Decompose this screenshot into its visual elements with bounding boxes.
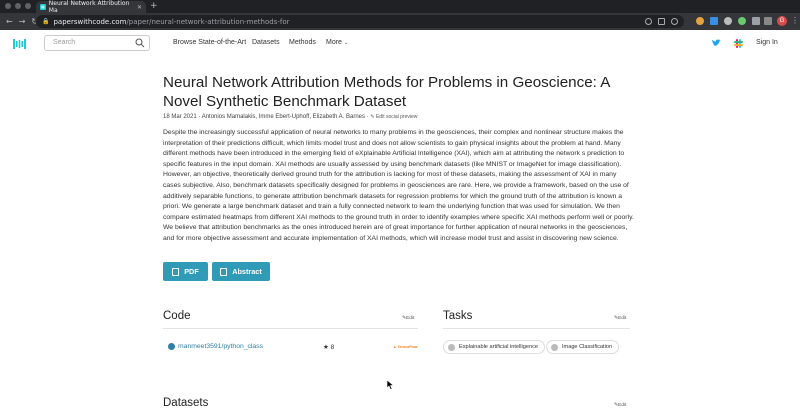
repo-name: manmeet3591/python_class [178, 343, 264, 350]
site-header: Search Browse State-of-the-Art Datasets … [0, 30, 800, 58]
tasks-edit-label: Edit [618, 316, 627, 321]
window-controls[interactable] [5, 3, 31, 9]
forward-icon[interactable]: → [19, 17, 26, 26]
browser-tab-bar: ▦ Neural Network Attribution Mа ✕ + [0, 0, 800, 14]
url-host: paperswithcode.com [53, 17, 127, 26]
extension-icon[interactable] [696, 17, 704, 25]
browser-tab[interactable]: ▦ Neural Network Attribution Mа ✕ [36, 0, 146, 14]
slack-icon[interactable] [734, 39, 743, 48]
paper-date: 18 Mar 2021 [163, 114, 197, 120]
paper-title: Neural Network Attribution Methods for P… [163, 74, 610, 110]
extensions-puzzle-icon[interactable] [752, 17, 760, 25]
favicon-icon: ▦ [40, 4, 46, 10]
new-tab-icon[interactable]: + [150, 1, 158, 11]
framework-label: TensorFlow [397, 345, 418, 349]
tasks-divider [443, 328, 630, 329]
pdf-icon [172, 267, 180, 276]
datasets-heading: Datasets [163, 397, 209, 409]
stars-count: 8 [330, 344, 335, 351]
address-bar[interactable]: 🔒 paperswithcode.com /paper/neural-netwo… [36, 15, 684, 28]
code-edit-link[interactable]: ✎Edit [402, 316, 414, 321]
repo-stars: ★ 8 [323, 344, 335, 351]
maximize-window-button[interactable] [25, 3, 31, 9]
search-icon[interactable] [135, 38, 145, 48]
github-icon [168, 343, 175, 350]
pdf-button-label: PDF [184, 267, 199, 276]
task-label: Explainable artificial intelligence [459, 344, 538, 350]
code-heading: Code [163, 310, 191, 322]
browser-toolbar: ← → ↻ 🔒 paperswithcode.com /paper/neural… [0, 13, 800, 30]
edit-social-preview-link[interactable]: ✎ Edit social preview [370, 114, 417, 120]
abstract-button-label: Abstract [232, 267, 262, 276]
edit-social-preview-label: Edit social preview [375, 114, 418, 120]
minimize-window-button[interactable] [15, 3, 21, 9]
task-chip-xai[interactable]: Explainable artificial intelligence [443, 340, 545, 354]
google-lens-icon[interactable] [645, 18, 652, 25]
paper-meta: 18 Mar 2021 · Antonios Mamalakis, Imme E… [163, 114, 418, 120]
chevron-down-icon: ⌄ [343, 40, 349, 46]
tasks-heading: Tasks [443, 310, 473, 322]
nav-more[interactable]: More ⌄ [326, 39, 348, 46]
search-input[interactable]: Search [44, 35, 150, 51]
nav-more-label: More [326, 39, 342, 46]
mouse-cursor-icon [387, 380, 395, 390]
repo-link[interactable]: manmeet3591/python_class [168, 343, 263, 350]
task-thumbnail-icon [551, 343, 558, 351]
profile-avatar[interactable]: G [777, 16, 787, 26]
twitter-icon[interactable] [712, 39, 721, 47]
extension-icon[interactable] [738, 17, 746, 25]
code-divider [163, 328, 418, 329]
close-tab-icon[interactable]: ✕ [137, 4, 142, 11]
share-icon[interactable] [658, 18, 665, 25]
browser-menu-icon[interactable]: ⋮ [791, 16, 799, 25]
task-chip-image-classification[interactable]: Image Classification [546, 340, 620, 354]
sign-in-link[interactable]: Sign In [756, 39, 778, 46]
datasets-edit-label: Edit [618, 403, 627, 408]
search-placeholder: Search [53, 39, 76, 46]
lock-icon: 🔒 [42, 18, 50, 25]
edit-icon: ✎ [370, 114, 375, 120]
url-path: /paper/neural-network-attribution-method… [126, 17, 290, 26]
paperswithcode-logo-icon[interactable] [13, 39, 26, 49]
datasets-edit-link[interactable]: ✎Edit [614, 403, 626, 408]
bookmark-star-icon[interactable] [671, 18, 678, 25]
nav-methods[interactable]: Methods [289, 39, 316, 46]
task-label: Image Classification [562, 344, 613, 350]
tasks-edit-link[interactable]: ✎Edit [614, 316, 626, 321]
nav-datasets[interactable]: Datasets [252, 39, 280, 46]
sidebar-icon[interactable] [764, 17, 772, 25]
close-window-button[interactable] [5, 3, 11, 9]
document-icon [220, 267, 228, 276]
code-edit-label: Edit [406, 316, 415, 321]
paper-abstract: Despite the increasingly successful appl… [163, 129, 634, 242]
tab-title: Neural Network Attribution Mа [48, 0, 130, 14]
extension-icon[interactable] [724, 17, 732, 25]
abstract-button[interactable]: Abstract [212, 262, 270, 281]
task-thumbnail-icon [448, 343, 455, 351]
framework-tensorflow-icon: ▲ TensorFlow [393, 345, 418, 349]
pdf-button[interactable]: PDF [163, 262, 208, 281]
extension-icon[interactable] [710, 17, 718, 25]
back-icon[interactable]: ← [6, 17, 13, 26]
nav-browse-sota[interactable]: Browse State-of-the-Art [173, 39, 246, 46]
paper-authors[interactable]: Antonios Mamalakis, Imme Ebert-Uphoff, E… [202, 114, 365, 120]
